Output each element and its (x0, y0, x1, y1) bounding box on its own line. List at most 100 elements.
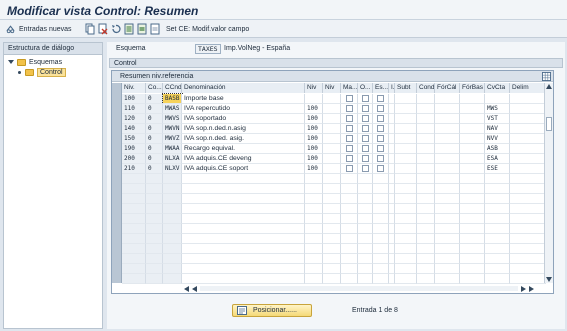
tree-node-control[interactable]: Control (16, 67, 66, 77)
cell-cvcta[interactable]: NVV (485, 134, 510, 144)
cell-es[interactable] (373, 174, 389, 184)
cell-forbas[interactable] (460, 144, 485, 154)
cell-delim[interactable] (510, 194, 546, 204)
cell-es[interactable] (373, 234, 389, 244)
table-row[interactable] (122, 244, 546, 254)
cell-niv-to[interactable] (323, 214, 341, 224)
cell-subt[interactable] (395, 124, 417, 134)
checkbox[interactable] (377, 165, 384, 172)
cell-forcal[interactable] (435, 194, 460, 204)
table-row[interactable]: 150 0 MWVZ IVA sop.n.ded. asig. 100 NVV (122, 134, 546, 144)
cell-niv-from[interactable] (305, 204, 323, 214)
cell-ma[interactable] (341, 234, 358, 244)
cell-es[interactable] (373, 194, 389, 204)
horizontal-scrollbar[interactable] (184, 284, 534, 293)
cell-niv-from[interactable] (305, 224, 323, 234)
cell-cvcta[interactable]: MWS (485, 104, 510, 114)
cell-o[interactable] (358, 94, 373, 104)
cell-forcal[interactable] (435, 254, 460, 264)
cell-ma[interactable] (341, 274, 358, 284)
cell-o[interactable] (358, 114, 373, 124)
cell-cond[interactable] (417, 94, 435, 104)
cell-forbas[interactable] (460, 94, 485, 104)
cell-ma[interactable] (341, 184, 358, 194)
col-header-es[interactable]: Es... (373, 83, 389, 93)
cell-niv-from[interactable]: 100 (305, 124, 323, 134)
cell-es[interactable] (373, 124, 389, 134)
col-header-niv3[interactable]: Niv (323, 83, 341, 93)
cell-denominacion[interactable]: IVA sop.n.ded. asig. (182, 134, 305, 144)
cell-denominacion[interactable]: IVA sop.n.ded.n.asig (182, 124, 305, 134)
cell-ma[interactable] (341, 224, 358, 234)
cell-subt[interactable] (395, 264, 417, 274)
position-button[interactable]: Posicionar...... (232, 304, 312, 317)
cell-cond[interactable] (417, 204, 435, 214)
row-selector-column[interactable] (112, 83, 122, 283)
cell-delim[interactable] (510, 124, 546, 134)
cell-cvcta[interactable] (485, 174, 510, 184)
cell-o[interactable] (358, 174, 373, 184)
cell-forcal[interactable] (435, 114, 460, 124)
cell-ma[interactable] (341, 104, 358, 114)
table-row[interactable] (122, 214, 546, 224)
tree-node-schemes[interactable]: Esquemas (8, 57, 62, 67)
cell-es[interactable] (373, 274, 389, 284)
table-row[interactable] (122, 264, 546, 274)
checkbox[interactable] (377, 155, 384, 162)
cell-cond[interactable] (417, 184, 435, 194)
cell-cvcta[interactable] (485, 224, 510, 234)
checkbox[interactable] (362, 95, 369, 102)
cell-niv-from[interactable]: 100 (305, 154, 323, 164)
select-all-icon[interactable] (124, 23, 134, 35)
cell-ma[interactable] (341, 174, 358, 184)
checkbox[interactable] (362, 115, 369, 122)
cell-delim[interactable] (510, 254, 546, 264)
checkbox[interactable] (362, 105, 369, 112)
cell-niv-to[interactable] (323, 124, 341, 134)
table-row[interactable]: 190 0 MWAA Recargo equival. 100 ASB (122, 144, 546, 154)
cell-o[interactable] (358, 154, 373, 164)
cell-subt[interactable] (395, 104, 417, 114)
cell-delim[interactable] (510, 94, 546, 104)
cell-es[interactable] (373, 94, 389, 104)
cell-cvcta[interactable]: ESE (485, 164, 510, 174)
cell-cond[interactable] (417, 164, 435, 174)
col-header-ccnd[interactable]: CCnd (163, 83, 182, 93)
cell-cond[interactable] (417, 254, 435, 264)
cell-niv-from[interactable] (305, 184, 323, 194)
cell-niv-from[interactable]: 100 (305, 104, 323, 114)
cell-niv-to[interactable] (323, 244, 341, 254)
col-header-delim[interactable]: Delim (510, 83, 546, 93)
cell-o[interactable] (358, 124, 373, 134)
cell-niv-to[interactable] (323, 224, 341, 234)
table-row[interactable]: 120 0 MWVS IVA soportado 100 VST (122, 114, 546, 124)
cell-cvcta[interactable] (485, 184, 510, 194)
cell-es[interactable] (373, 184, 389, 194)
cell-delim[interactable] (510, 164, 546, 174)
cell-es[interactable] (373, 244, 389, 254)
cell-forbas[interactable] (460, 174, 485, 184)
cell-denominacion[interactable]: Recargo equival. (182, 144, 305, 154)
cell-forbas[interactable] (460, 134, 485, 144)
new-entries-button[interactable]: Entradas nuevas (6, 23, 72, 35)
scroll-first-icon[interactable] (184, 285, 189, 292)
cell-o[interactable] (358, 214, 373, 224)
cell-forbas[interactable] (460, 264, 485, 274)
table-row[interactable] (122, 204, 546, 214)
cell-forbas[interactable] (460, 234, 485, 244)
table-row[interactable]: 140 0 MWVN IVA sop.n.ded.n.asig 100 NAV (122, 124, 546, 134)
col-header-ma[interactable]: Ma... (341, 83, 358, 93)
cell-o[interactable] (358, 244, 373, 254)
cell-forbas[interactable] (460, 124, 485, 134)
cell-cvcta[interactable] (485, 254, 510, 264)
cell-subt[interactable] (395, 154, 417, 164)
cell-forcal[interactable] (435, 184, 460, 194)
cell-niv-from[interactable] (305, 254, 323, 264)
cell-subt[interactable] (395, 204, 417, 214)
checkbox[interactable] (346, 165, 353, 172)
cell-niv-to[interactable] (323, 134, 341, 144)
cell-forbas[interactable] (460, 244, 485, 254)
cell-delim[interactable] (510, 244, 546, 254)
cell-cond[interactable] (417, 134, 435, 144)
cell-forbas[interactable] (460, 254, 485, 264)
